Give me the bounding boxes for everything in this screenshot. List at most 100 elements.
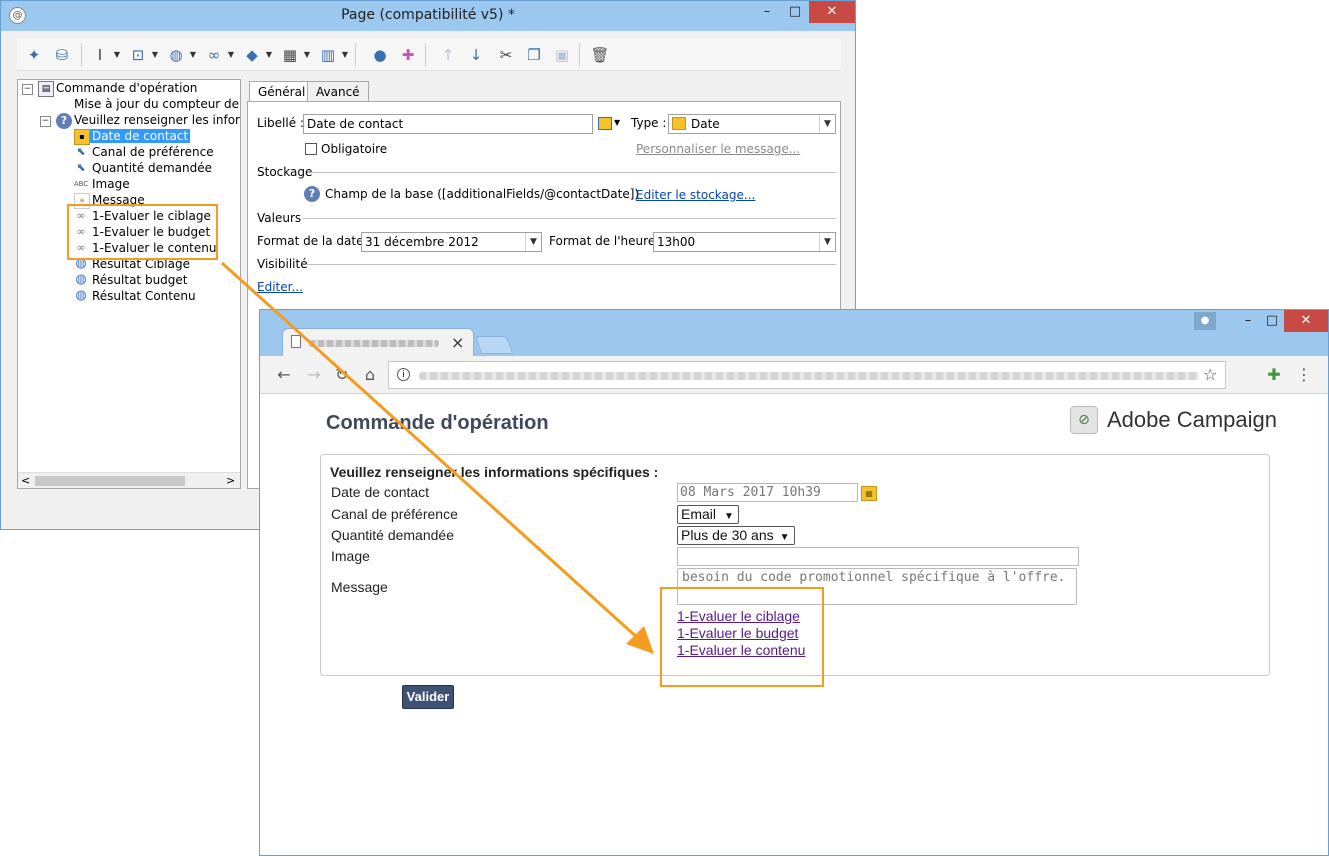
browser-tab[interactable]: ×: [282, 328, 474, 356]
delete-icon[interactable]: 🗑: [589, 44, 611, 66]
field-label: Message: [331, 579, 388, 595]
field-label: Date de contact: [331, 484, 430, 500]
type-select[interactable]: Date ▼: [668, 114, 836, 134]
globe-icon[interactable]: ◍: [165, 44, 187, 66]
canal-select[interactable]: Email ▼: [677, 505, 739, 524]
page-title: Commande d'opération: [326, 412, 549, 434]
forward-icon[interactable]: →: [304, 365, 324, 385]
title-bar: @ Page (compatibilité v5) * – □ ✕: [1, 1, 855, 31]
field-label: Canal de préférence: [331, 506, 458, 522]
cursor-field-icon: ⬉: [76, 161, 86, 174]
tree-item[interactable]: ⬉ Quantité demandée: [74, 160, 212, 176]
chevron-down-icon[interactable]: ▼: [113, 44, 121, 66]
canal-value: Email: [681, 506, 717, 522]
columns-icon[interactable]: ▥: [317, 44, 339, 66]
tree-item[interactable]: ABC Image: [74, 176, 130, 192]
tree-item-selected[interactable]: ▪ Date de contact: [74, 128, 191, 145]
minimize-button[interactable]: –: [1236, 310, 1260, 332]
calendar-icon[interactable]: [598, 117, 612, 130]
close-button[interactable]: ✕: [1284, 310, 1328, 332]
new-tab-button[interactable]: [474, 336, 514, 354]
tab-advanced[interactable]: Avancé: [307, 81, 369, 102]
scroll-thumb[interactable]: [35, 476, 185, 486]
tree-item[interactable]: ? Veuillez renseigner les informati: [56, 112, 240, 129]
format-date-label: Format de la date :: [257, 234, 372, 248]
tab-general[interactable]: Général: [249, 81, 315, 103]
reload-icon[interactable]: ↻: [332, 365, 352, 385]
tree-root-label: Commande d'opération: [56, 81, 198, 95]
date-field-icon: ▪: [74, 129, 90, 145]
personnaliser-link[interactable]: Personnaliser le message...: [636, 142, 800, 156]
tree-root[interactable]: ▤ Commande d'opération: [38, 80, 198, 97]
tree-item[interactable]: Mise à jour du compteur de pag: [74, 96, 240, 112]
horizontal-scrollbar[interactable]: < >: [18, 472, 240, 488]
stockage-text: Champ de la base ([additionalFields/@con…: [325, 187, 640, 201]
collapse-icon[interactable]: −: [22, 84, 33, 95]
editer-stockage-link[interactable]: Editer le stockage...: [636, 188, 755, 202]
brand-name: Adobe Campaign: [1107, 407, 1278, 432]
cut-icon[interactable]: ✂: [495, 44, 517, 66]
paste-icon[interactable]: ▣: [551, 44, 573, 66]
format-heure-select[interactable]: 13h00 ▼: [653, 232, 836, 252]
format-heure-label: Format de l'heure :: [549, 234, 664, 248]
tree-item-label: Canal de préférence: [92, 145, 214, 159]
info-icon[interactable]: i: [397, 368, 410, 381]
tree-item-label: Résultat Contenu: [92, 289, 196, 303]
date-contact-input[interactable]: 08 Mars 2017 10h39: [677, 483, 858, 502]
close-button[interactable]: ✕: [809, 1, 855, 23]
chevron-down-icon[interactable]: ▼: [151, 44, 159, 66]
browser-window: ● – □ ✕ × ← → ↻ ⌂ i ☆ ✚ ⋮ Commande d'opé…: [259, 309, 1329, 856]
obligatoire-checkbox[interactable]: [305, 143, 317, 155]
cursor-select-icon[interactable]: ⊡: [127, 44, 149, 66]
minimize-button[interactable]: –: [753, 1, 781, 23]
image-input[interactable]: [677, 547, 1079, 566]
back-icon[interactable]: ←: [274, 365, 294, 385]
adobe-logo-icon: ⊘: [1070, 406, 1098, 434]
page-icon: ▤: [38, 81, 54, 97]
star-icon[interactable]: ☆: [1203, 365, 1217, 384]
home-icon[interactable]: ⌂: [360, 365, 380, 385]
layers-icon[interactable]: ◆: [241, 44, 263, 66]
text-cursor-icon[interactable]: Ⅰ: [89, 44, 111, 66]
editer-link[interactable]: Editer...: [257, 280, 303, 294]
chevron-down-icon[interactable]: ▼: [303, 44, 311, 66]
libelle-input[interactable]: Date de contact: [303, 114, 593, 134]
table-icon[interactable]: ▦: [279, 44, 301, 66]
valeurs-title: Valeurs: [257, 211, 302, 225]
chevron-down-icon[interactable]: ▼: [614, 118, 620, 127]
address-bar[interactable]: i ☆: [388, 361, 1226, 389]
extension-icon[interactable]: ✚: [1264, 365, 1284, 385]
chevron-down-icon[interactable]: ▼: [227, 44, 235, 66]
maximize-button[interactable]: □: [1260, 310, 1284, 332]
user-icon[interactable]: ●: [369, 44, 391, 66]
profile-icon[interactable]: ●: [1194, 312, 1216, 330]
tree-item[interactable]: ⬉ Canal de préférence: [74, 144, 214, 160]
address-toolbar: ← → ↻ ⌂ i ☆ ✚ ⋮: [260, 356, 1328, 394]
maximize-button[interactable]: □: [781, 1, 809, 23]
menu-icon[interactable]: ⋮: [1294, 365, 1314, 385]
cursor-field-icon: ⬉: [76, 145, 86, 158]
wizard-icon[interactable]: ✦: [23, 44, 45, 66]
close-tab-icon[interactable]: ×: [451, 333, 464, 352]
scroll-right-icon[interactable]: >: [226, 474, 235, 487]
database-icon[interactable]: ⛁: [51, 44, 73, 66]
tree-item[interactable]: ◍ Résultat Contenu: [74, 288, 196, 304]
chevron-down-icon[interactable]: ▼: [341, 44, 349, 66]
format-date-value: 31 décembre 2012: [365, 235, 479, 249]
tree-item[interactable]: ◍ Résultat budget: [74, 272, 187, 288]
calendar-icon[interactable]: ▦: [861, 486, 877, 501]
format-date-select[interactable]: 31 décembre 2012 ▼: [361, 232, 542, 252]
move-down-icon[interactable]: ↓: [465, 44, 487, 66]
chevron-down-icon[interactable]: ▼: [265, 44, 273, 66]
add-component-icon[interactable]: ✚: [397, 44, 419, 66]
chevron-down-icon[interactable]: ▼: [189, 44, 197, 66]
link-icon[interactable]: ∞: [203, 44, 225, 66]
tree-item-label: Date de contact: [90, 129, 191, 143]
scroll-left-icon[interactable]: <: [21, 474, 30, 487]
copy-icon[interactable]: ❐: [523, 44, 545, 66]
collapse-icon[interactable]: −: [40, 116, 51, 127]
format-heure-value: 13h00: [657, 235, 696, 249]
move-up-icon[interactable]: ↑: [437, 44, 459, 66]
quantite-select[interactable]: Plus de 30 ans ▼: [677, 526, 795, 545]
valider-button[interactable]: Valider: [402, 685, 454, 709]
